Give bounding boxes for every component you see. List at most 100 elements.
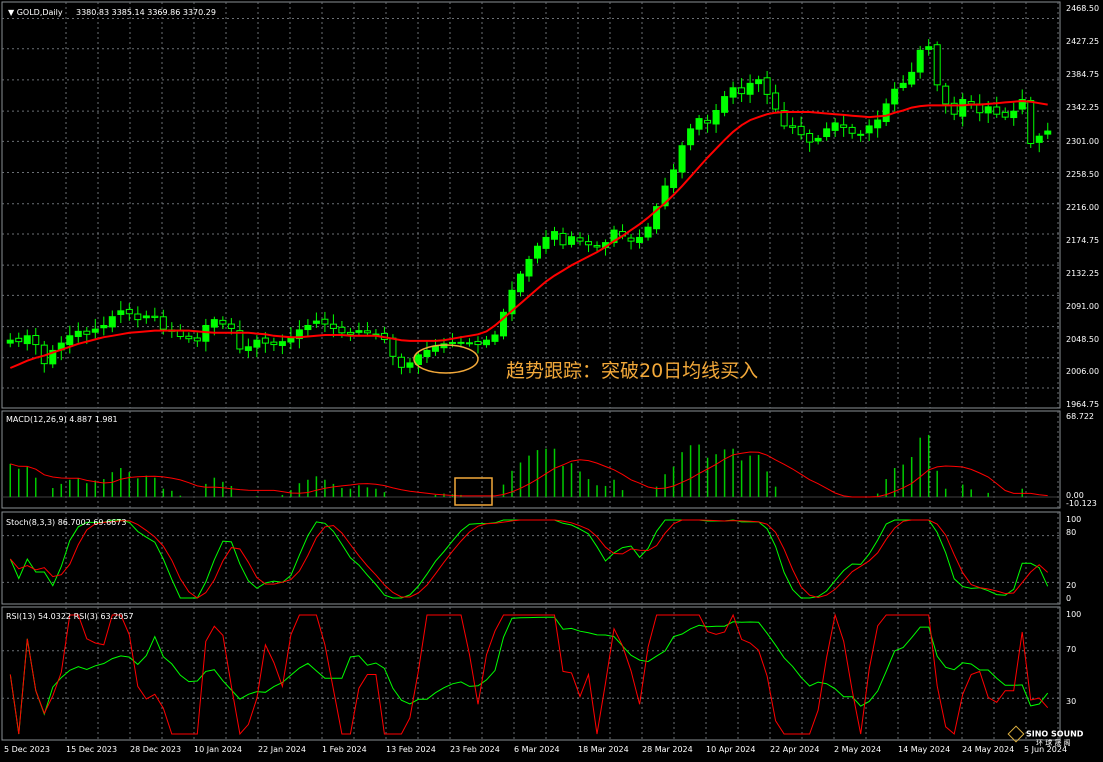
candle-body [806, 132, 814, 143]
candle-body [202, 324, 210, 342]
date-tick: 6 Mar 2024 [514, 745, 560, 754]
main-chart-title: ▼ GOLD,Daily [8, 8, 63, 17]
candle-body [142, 315, 150, 319]
price-tick: 2427.25 [1066, 37, 1100, 46]
stoch-tick: 80 [1066, 528, 1077, 537]
candle-body [916, 49, 924, 73]
pane-frame [1, 410, 1061, 509]
candle-body [534, 245, 542, 259]
candle-body [636, 236, 644, 243]
macd-title: MACD(12,26,9) 4.887 1.981 [6, 415, 118, 424]
candle-body [355, 330, 363, 333]
candle-body [465, 342, 473, 345]
candle-body [329, 323, 337, 329]
candle-body [448, 341, 456, 344]
candle-body [721, 96, 729, 113]
pane-frame [1, 511, 1061, 605]
pane-frame [1, 606, 1061, 741]
candle-body [482, 339, 490, 346]
candle-body [746, 82, 754, 95]
rsi3-line [9, 613, 1049, 736]
macd-highlight-box [454, 477, 493, 506]
candle-body [66, 335, 74, 346]
candle-body [670, 169, 678, 188]
candle-body [627, 237, 635, 242]
candle-body [414, 354, 422, 365]
candle-body [244, 346, 252, 351]
price-tick: 2048.50 [1066, 335, 1100, 344]
candle-body [763, 77, 771, 95]
candle-body [899, 82, 907, 89]
candle-body [346, 331, 354, 335]
candle-body [882, 103, 890, 123]
price-tick: 2091.00 [1066, 302, 1100, 311]
symbol-label: GOLD,Daily [16, 8, 63, 17]
candle-body [91, 328, 99, 333]
candle-body [304, 324, 312, 331]
date-tick: 10 Jan 2024 [194, 745, 242, 754]
candle-body [219, 319, 227, 325]
chart-window: ▼ GOLD,Daily 3380.83 3385.14 3369.86 337… [0, 0, 1103, 762]
price-tick: 2174.75 [1066, 236, 1100, 245]
candle-body [6, 339, 14, 344]
date-tick: 28 Mar 2024 [642, 745, 693, 754]
candle-body [585, 241, 593, 246]
candle-body [185, 335, 193, 340]
candle-body [516, 273, 524, 293]
candle-body [984, 106, 992, 114]
candle-body [1001, 111, 1009, 118]
candle-body [542, 236, 550, 249]
candle-body [312, 320, 320, 324]
candle-body [338, 326, 346, 334]
price-tick: 2216.00 [1066, 203, 1100, 212]
rsi-tick: 100 [1066, 610, 1082, 619]
candle-body [125, 308, 133, 315]
candle-body [789, 125, 797, 128]
stoch-tick: 100 [1066, 515, 1082, 524]
candle-body [959, 99, 967, 117]
macd-tick: -10.123 [1066, 499, 1097, 508]
candle-body [942, 85, 950, 105]
logo-subtitle: 环 球 晟 阁 [1036, 739, 1071, 747]
rsi-tick: 70 [1066, 645, 1077, 654]
price-tick: 2384.75 [1066, 70, 1100, 79]
candle-body [74, 330, 82, 338]
candle-body [908, 71, 916, 85]
price-tick: 2132.25 [1066, 269, 1100, 278]
pane-frame [1, 1, 1061, 409]
date-tick: 15 Dec 2023 [66, 745, 118, 754]
date-tick: 28 Dec 2023 [130, 745, 182, 754]
candle-body [261, 337, 269, 344]
ohlc-readout: 3380.83 3385.14 3369.86 3370.29 [76, 8, 216, 17]
macd-tick: 68.722 [1066, 412, 1094, 421]
candle-body [193, 337, 201, 342]
date-tick: 23 Feb 2024 [450, 745, 500, 754]
candle-body [712, 110, 720, 125]
candle-body [695, 118, 703, 130]
candle-body [865, 125, 873, 134]
candle-body [687, 128, 695, 146]
rsi-tick: 30 [1066, 697, 1077, 706]
candle-body [23, 335, 31, 345]
candle-body [857, 133, 865, 136]
candle-body [134, 313, 142, 321]
candle-body [100, 324, 108, 329]
date-tick: 14 May 2024 [898, 745, 951, 754]
candle-body [848, 126, 856, 134]
price-tick: 2258.50 [1066, 170, 1100, 179]
candle-body [559, 232, 567, 246]
date-tick: 10 Apr 2024 [706, 745, 756, 754]
stoch-tick: 0 [1066, 594, 1072, 603]
candle-body [108, 316, 116, 328]
candle-body [729, 87, 737, 98]
stoch-signal-line [9, 519, 1049, 599]
candle-body [1027, 100, 1035, 145]
date-tick: 13 Feb 2024 [386, 745, 436, 754]
candle-body [457, 341, 465, 344]
candle-body [755, 79, 763, 85]
candle-body [772, 92, 780, 110]
rsi-title: RSI(13) 54.0322 RSI(3) 63.2057 [6, 612, 134, 621]
candle-body [967, 101, 975, 105]
date-tick: 5 Dec 2023 [4, 745, 51, 754]
candle-body [253, 339, 261, 348]
